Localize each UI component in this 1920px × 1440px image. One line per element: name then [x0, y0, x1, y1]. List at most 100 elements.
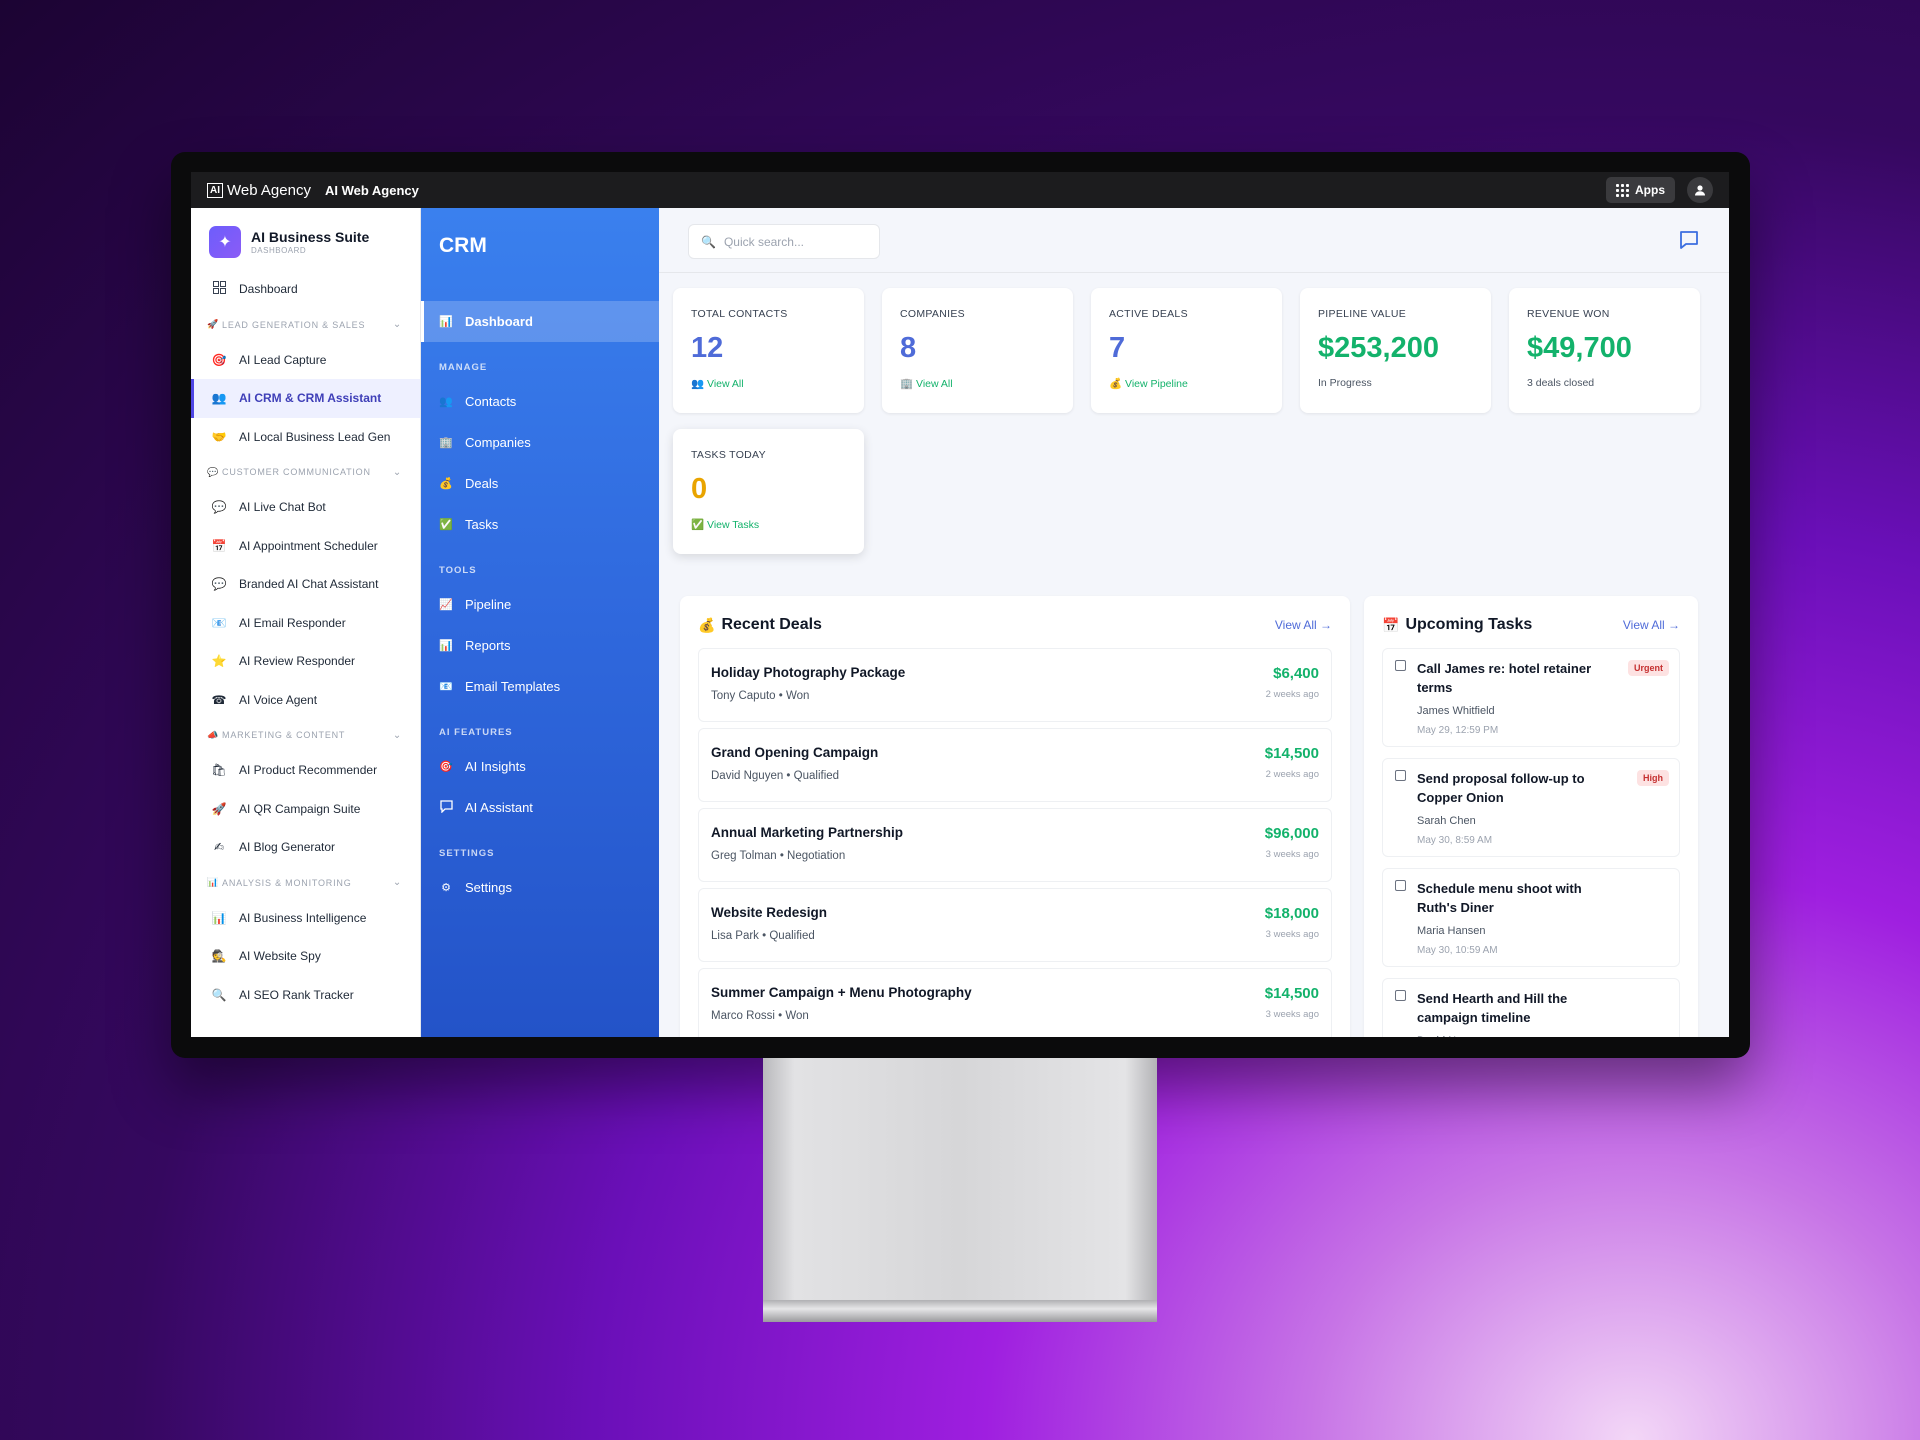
- stat-value: $253,200: [1318, 332, 1439, 364]
- deal-row[interactable]: Summer Campaign + Menu Photography Marco …: [698, 968, 1332, 1037]
- stat-link[interactable]: 👥 View All: [691, 377, 846, 390]
- sidebar-item-label: AI Email Responder: [239, 615, 346, 630]
- sidebar-item[interactable]: 🎯 AI Lead Capture: [191, 341, 420, 380]
- messages-icon[interactable]: [1679, 230, 1699, 255]
- sidebar-item-label: AI QR Campaign Suite: [239, 801, 361, 816]
- stat-card-total-contacts[interactable]: TOTAL CONTACTS 12 👥 View All: [673, 288, 864, 413]
- stat-link[interactable]: 🏢 View All: [900, 377, 1055, 390]
- stat-foot: In Progress: [1318, 377, 1372, 389]
- stat-label: TOTAL CONTACTS: [691, 308, 788, 320]
- task-name: Schedule menu shoot with Ruth's Diner: [1417, 881, 1582, 915]
- sidebar-item[interactable]: 👥 AI CRM & CRM Assistant: [191, 379, 420, 418]
- sidebar-item-icon: 📊: [211, 910, 227, 925]
- sidebar-item[interactable]: 🚀 AI QR Campaign Suite: [191, 790, 420, 829]
- user-icon: [1695, 185, 1705, 196]
- crm-section-tools: TOOLS: [439, 565, 477, 576]
- sidebar-item[interactable]: ✍ AI Blog Generator: [191, 828, 420, 867]
- stat-card-active-deals[interactable]: ACTIVE DEALS 7 💰 View Pipeline: [1091, 288, 1282, 413]
- monitor-stand: [763, 1058, 1157, 1322]
- sidebar-item[interactable]: 🤝 AI Local Business Lead Gen: [191, 418, 420, 457]
- deal-row[interactable]: Holiday Photography Package Tony Caputo •…: [698, 648, 1332, 722]
- crm-nav-contacts[interactable]: 👥 Contacts: [421, 381, 659, 422]
- sidebar-item[interactable]: 💬 AI Live Chat Bot: [191, 488, 420, 527]
- sidebar-item-label: Dashboard: [239, 282, 298, 297]
- stat-card-companies[interactable]: COMPANIES 8 🏢 View All: [882, 288, 1073, 413]
- sidebar-item[interactable]: 🕵 AI Website Spy: [191, 937, 420, 976]
- user-avatar-button[interactable]: [1687, 177, 1713, 203]
- sidebar-section-header[interactable]: 📊 ANALYSIS & MONITORING ⌄: [191, 867, 420, 899]
- crm-nav-ai-assistant[interactable]: AI Assistant: [421, 787, 659, 828]
- task-checkbox[interactable]: [1395, 660, 1406, 671]
- sidebar-item[interactable]: 📊 AI Business Intelligence: [191, 899, 420, 938]
- money-bag-icon: 💰: [1109, 378, 1125, 390]
- section-icon: 💬: [207, 466, 220, 477]
- sidebar-item-label: AI CRM & CRM Assistant: [239, 391, 382, 406]
- deal-row[interactable]: Grand Opening Campaign David Nguyen • Qua…: [698, 728, 1332, 802]
- chat-bubble-icon: [439, 799, 453, 816]
- crm-nav-dashboard[interactable]: 📊 Dashboard: [421, 301, 659, 342]
- crm-nav-reports[interactable]: 📊 Reports: [421, 625, 659, 666]
- chevron-down-icon: ⌄: [392, 319, 402, 330]
- task-row[interactable]: Send proposal follow-up to Copper Onion S…: [1382, 758, 1680, 857]
- stat-link[interactable]: ✅ View Tasks: [691, 518, 846, 531]
- crm-nav-tasks[interactable]: ✅ Tasks: [421, 504, 659, 545]
- task-row[interactable]: Send Hearth and Hill the campaign timeli…: [1382, 978, 1680, 1037]
- crm-nav-label: Pipeline: [465, 597, 512, 612]
- sidebar-item[interactable]: ⭐ AI Review Responder: [191, 642, 420, 681]
- deal-row[interactable]: Website Redesign Lisa Park • Qualified $18…: [698, 888, 1332, 962]
- contacts-icon: 👥: [691, 378, 707, 390]
- app-sidebar: ✦ AI Business Suite DASHBOARD Dashboard …: [191, 208, 421, 1037]
- task-checkbox[interactable]: [1395, 880, 1406, 891]
- task-row[interactable]: Schedule menu shoot with Ruth's Diner Mar…: [1382, 868, 1680, 967]
- agency-logo[interactable]: AI Web Agency: [207, 182, 311, 199]
- task-row[interactable]: Call James re: hotel retainer terms James…: [1382, 648, 1680, 747]
- sidebar-item-label: Branded AI Chat Assistant: [239, 577, 379, 592]
- panel-title: Recent Deals: [721, 616, 822, 633]
- sidebar-item-icon: 🕵: [211, 949, 227, 964]
- priority-badge: High: [1637, 770, 1669, 786]
- sidebar-item[interactable]: 📅 AI Appointment Scheduler: [191, 527, 420, 566]
- task-name: Send proposal follow-up to Copper Onion: [1417, 771, 1585, 805]
- stat-card-revenue-won: REVENUE WON $49,700 3 deals closed: [1509, 288, 1700, 413]
- view-all-tasks-link[interactable]: View All →: [1623, 618, 1680, 632]
- search-input[interactable]: 🔍 Quick search...: [688, 224, 880, 259]
- trend-chart-icon: 📈: [439, 599, 453, 611]
- stat-link[interactable]: 💰 View Pipeline: [1109, 377, 1264, 390]
- crm-nav-companies[interactable]: 🏢 Companies: [421, 422, 659, 463]
- sidebar-item-icon: ✍: [213, 840, 225, 855]
- deal-meta: Lisa Park • Qualified: [711, 930, 815, 942]
- section-label: ANALYSIS & MONITORING: [222, 877, 352, 888]
- panel-title: Upcoming Tasks: [1405, 616, 1533, 633]
- task-checkbox[interactable]: [1395, 990, 1406, 1001]
- grid-icon: [1616, 183, 1629, 197]
- sidebar-item[interactable]: 📧 AI Email Responder: [191, 604, 420, 643]
- crm-nav-ai-insights[interactable]: 🎯 AI Insights: [421, 746, 659, 787]
- deal-time: 3 weeks ago: [1265, 1009, 1319, 1020]
- sidebar-item[interactable]: 🔍 AI SEO Rank Tracker: [191, 976, 420, 1015]
- crm-section-settings: SETTINGS: [439, 848, 495, 859]
- section-label: MARKETING & CONTENT: [222, 730, 346, 740]
- crm-nav-pipeline[interactable]: 📈 Pipeline: [421, 584, 659, 625]
- view-all-deals-link[interactable]: View All →: [1275, 618, 1332, 632]
- crm-nav-label: AI Assistant: [465, 800, 533, 815]
- sidebar-item[interactable]: 💬 Branded AI Chat Assistant: [191, 565, 420, 604]
- sidebar-section-header[interactable]: 💬 CUSTOMER COMMUNICATION ⌄: [191, 456, 420, 488]
- crm-nav-email-templates[interactable]: 📧 Email Templates: [421, 666, 659, 707]
- crm-nav-settings[interactable]: ⚙ Settings: [421, 867, 659, 908]
- stat-card-tasks-today[interactable]: TASKS TODAY 0 ✅ View Tasks: [673, 429, 864, 554]
- stat-label: REVENUE WON: [1527, 308, 1610, 320]
- sidebar-item-dashboard[interactable]: Dashboard: [191, 270, 420, 309]
- task-checkbox[interactable]: [1395, 770, 1406, 781]
- deal-row[interactable]: Annual Marketing Partnership Greg Tolman …: [698, 808, 1332, 882]
- deal-meta: Tony Caputo • Won: [711, 690, 810, 702]
- sidebar-item[interactable]: ☎ AI Voice Agent: [191, 681, 420, 720]
- sidebar-section-header[interactable]: 📣 MARKETING & CONTENT ⌄: [191, 719, 420, 751]
- crm-nav-deals[interactable]: 💰 Deals: [421, 463, 659, 504]
- crm-title: CRM: [439, 234, 487, 257]
- sidebar-item[interactable]: 🛍 AI Product Recommender: [191, 751, 420, 790]
- sidebar-section-header[interactable]: 🚀 LEAD GENERATION & SALES ⌄: [191, 309, 420, 341]
- apps-button[interactable]: Apps: [1606, 177, 1675, 203]
- section-label: CUSTOMER COMMUNICATION: [222, 467, 371, 477]
- chevron-down-icon: ⌄: [392, 729, 402, 741]
- sidebar-item-label: AI Voice Agent: [239, 692, 318, 707]
